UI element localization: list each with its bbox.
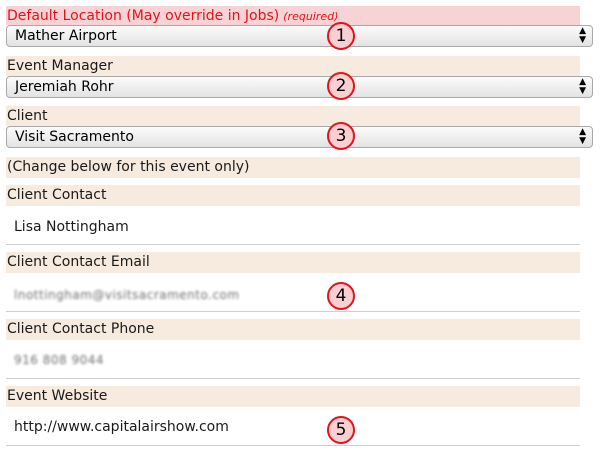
select-arrows-icon: ▲ ▼ [579, 127, 586, 146]
select-arrows-icon: ▲ ▼ [579, 77, 586, 96]
event-manager-select[interactable]: Jeremiah Rohr ▲ ▼ [6, 76, 593, 98]
divider [6, 244, 580, 245]
divider [6, 378, 580, 379]
client-value: Visit Sacramento [15, 129, 134, 145]
event-website-field[interactable]: http://www.capitalairshow.com [6, 416, 580, 438]
divider [6, 445, 580, 446]
callout-badge-1: 1 [327, 22, 355, 50]
default-location-select[interactable]: Mather Airport ▲ ▼ [6, 25, 593, 47]
client-contact-label: Client Contact [6, 185, 580, 206]
client-contact-phone-label: Client Contact Phone [6, 319, 580, 340]
client-contact-email-field[interactable]: lnottingham@visitsacramento.com [6, 284, 580, 306]
event-website-label: Event Website [6, 386, 580, 407]
default-location-value: Mather Airport [15, 28, 117, 44]
event-manager-label: Event Manager [6, 56, 580, 76]
client-label: Client [6, 106, 580, 126]
client-select[interactable]: Visit Sacramento ▲ ▼ [6, 126, 593, 148]
required-note: (required) [283, 10, 339, 23]
client-contact-email-label: Client Contact Email [6, 252, 580, 273]
callout-badge-4: 4 [327, 282, 355, 310]
default-location-label-text: Default Location (May override in Jobs) [7, 8, 280, 24]
select-arrows-icon: ▲ ▼ [579, 26, 586, 45]
event-manager-value: Jeremiah Rohr [15, 79, 114, 95]
divider [6, 311, 580, 312]
client-contact-phone-field[interactable]: 916 808 9044 [6, 349, 580, 371]
callout-badge-2: 2 [327, 72, 355, 100]
change-note: (Change below for this event only) [6, 157, 580, 178]
default-location-label: Default Location (May override in Jobs)(… [6, 6, 580, 25]
callout-badge-3: 3 [327, 122, 355, 150]
client-contact-field[interactable]: Lisa Nottingham [6, 216, 580, 238]
callout-badge-5: 5 [327, 416, 355, 444]
